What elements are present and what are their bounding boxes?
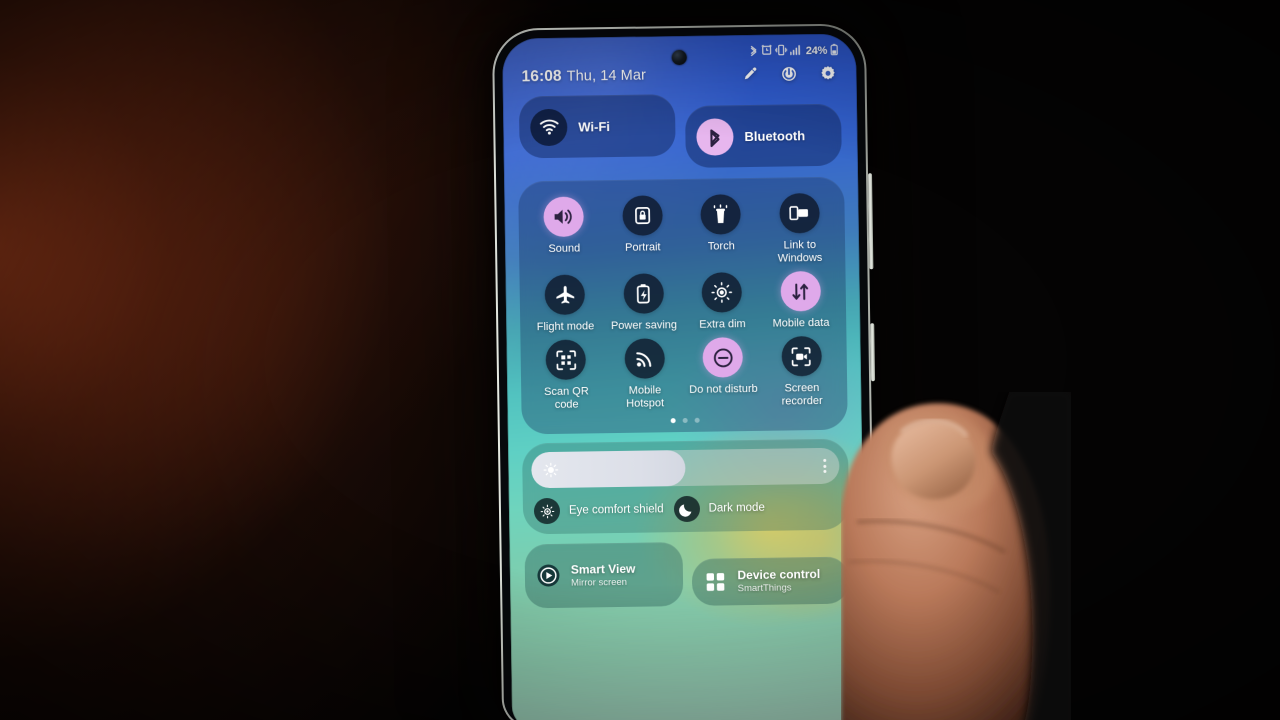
clock-time: 16:08: [521, 67, 562, 86]
smart-view-subtitle: Mirror screen: [570, 576, 628, 589]
tile-scan-qr-code[interactable]: Scan QR code: [526, 337, 606, 412]
page-dot-1[interactable]: [670, 418, 676, 424]
do-not-disturb-icon: [702, 337, 744, 378]
bluetooth-icon: [696, 117, 734, 156]
tile-label: Link to Windows: [777, 239, 823, 265]
dark-mode-label: Dark mode: [708, 501, 765, 515]
brightness-sun-icon: [543, 462, 559, 478]
wifi-label: Wi-Fi: [578, 118, 611, 135]
bluetooth-icon: [749, 45, 758, 60]
tile-label: Sound: [548, 242, 581, 255]
tile-label: Scan QR code: [544, 385, 589, 411]
tile-mobile-data[interactable]: Mobile data: [761, 269, 840, 331]
page-dot-2[interactable]: [682, 417, 688, 424]
tile-label: Mobile Hotspot: [626, 384, 665, 410]
torch-icon: [700, 194, 742, 235]
tile-extra-dim[interactable]: Extra dim: [682, 270, 761, 332]
tile-label: Torch: [707, 240, 735, 253]
tile-grid: Sound Portrait Torch Link to Windows Fli…: [524, 191, 841, 413]
screen-recorder-icon: [781, 335, 822, 377]
mobile-data-icon: [780, 270, 821, 312]
smart-view-text: Smart View Mirror screen: [571, 561, 636, 588]
device-control-text: Device control SmartThings: [737, 567, 820, 594]
eye-comfort-label: Eye comfort shield: [568, 503, 664, 517]
wifi-tile[interactable]: Wi-Fi: [518, 94, 676, 159]
brightness-panel: Eye comfort shield Dark mode: [521, 438, 850, 535]
tile-power-saving[interactable]: Power saving: [604, 271, 683, 333]
device-control-subtitle: SmartThings: [737, 582, 792, 595]
power-button[interactable]: [870, 323, 876, 382]
clock-date: Thu, 14 Mar: [566, 67, 647, 85]
smartthings-icon: [702, 569, 727, 594]
edit-icon[interactable]: [741, 65, 758, 82]
eye-comfort-shield-toggle[interactable]: Eye comfort shield: [533, 496, 664, 525]
qr-scan-icon: [545, 339, 587, 381]
display-toggles-row: Eye comfort shield Dark mode: [532, 494, 840, 525]
extra-dim-icon: [701, 272, 743, 313]
page-dot-3[interactable]: [694, 417, 700, 423]
phone-screen: 24% 16:08 Thu, 14 Mar Wi-Fi Bluetooth So…: [501, 33, 867, 720]
hotspot-icon: [624, 338, 665, 379]
header-actions: [741, 64, 838, 82]
tile-screen-recorder[interactable]: Screen recorder: [762, 334, 842, 409]
smart-view-title: Smart View: [570, 561, 636, 577]
battery-percentage: 24%: [805, 44, 828, 58]
device-control-title: Device control: [737, 567, 821, 583]
settings-icon[interactable]: [819, 64, 836, 81]
bluetooth-label: Bluetooth: [744, 127, 806, 144]
page-indicator: [528, 416, 842, 427]
moon-icon: [673, 495, 700, 523]
alarm-icon: [760, 44, 772, 59]
battery-icon: [830, 43, 838, 58]
smart-view-card[interactable]: Smart View Mirror screen: [524, 542, 683, 609]
tile-label: Screen recorder: [781, 381, 823, 408]
airplane-icon: [544, 274, 586, 316]
tile-label: Mobile data: [772, 316, 830, 330]
connectivity-row: Wi-Fi Bluetooth: [517, 92, 844, 171]
sound-icon: [543, 196, 585, 238]
battery-saver-icon: [623, 273, 664, 314]
tile-mobile-hotspot[interactable]: Mobile Hotspot: [605, 336, 685, 411]
bottom-cards-row: Smart View Mirror screen Device control …: [523, 540, 850, 609]
rotation-lock-icon: [622, 195, 663, 236]
phone-device: 24% 16:08 Thu, 14 Mar Wi-Fi Bluetooth So…: [491, 23, 877, 720]
tile-grid-panel: Sound Portrait Torch Link to Windows Fli…: [518, 176, 848, 435]
wifi-icon: [530, 108, 568, 146]
clock-and-date[interactable]: 16:08 Thu, 14 Mar: [521, 67, 646, 87]
smart-view-icon: [536, 563, 561, 588]
brightness-slider[interactable]: [531, 447, 840, 489]
quick-settings-panel: 24% 16:08 Thu, 14 Mar Wi-Fi Bluetooth So…: [502, 33, 866, 720]
tile-portrait[interactable]: Portrait: [603, 193, 683, 268]
link-to-windows-icon: [779, 192, 820, 234]
tile-label: Power saving: [610, 319, 678, 333]
tile-flight-mode[interactable]: Flight mode: [525, 272, 604, 334]
eye-comfort-icon: [533, 497, 561, 525]
tile-link-to-windows[interactable]: Link to Windows: [760, 191, 840, 266]
dark-mode-toggle[interactable]: Dark mode: [673, 495, 765, 523]
tile-label: Flight mode: [536, 320, 595, 334]
header-row: 16:08 Thu, 14 Mar: [516, 64, 842, 87]
kebab-menu-icon[interactable]: [823, 458, 827, 473]
tile-label: Portrait: [625, 241, 661, 254]
tile-label: Do not disturb: [689, 382, 758, 396]
tile-label: Extra dim: [699, 318, 746, 331]
vibrate-icon: [774, 44, 788, 59]
tile-do-not-disturb[interactable]: Do not disturb: [683, 335, 763, 410]
bluetooth-tile[interactable]: Bluetooth: [684, 103, 842, 168]
tile-torch[interactable]: Torch: [681, 192, 761, 267]
device-control-card[interactable]: Device control SmartThings: [691, 556, 850, 606]
signal-icon: [789, 44, 802, 58]
power-icon[interactable]: [780, 65, 797, 82]
tile-sound[interactable]: Sound: [524, 194, 604, 269]
